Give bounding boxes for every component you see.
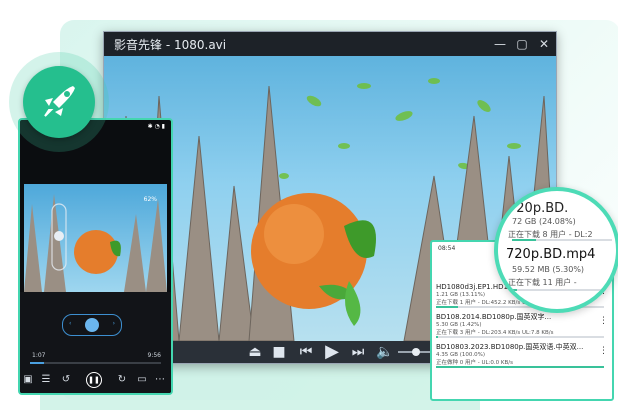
download-item-name: BD108.2014.BD1080p.国英双字... <box>436 313 552 321</box>
magnifier-zoom: 720p.BD. 72 GB (24.08%) 正在下载 8 用户 - DL:2… <box>494 187 618 313</box>
aspect-icon[interactable]: ▭ <box>134 374 150 385</box>
download-item-menu-icon[interactable]: ⋮ <box>599 316 608 326</box>
zoom-line-1: 720p.BD. <box>508 201 569 216</box>
rocket-icon <box>23 66 95 138</box>
phone-video[interactable]: 62% <box>24 184 167 292</box>
zoom-progress-top <box>512 239 612 241</box>
download-item-name: BD10803.2023.BD1080p.国英双语.中英双... <box>436 343 584 351</box>
phone-controls: ‹ › 1:07 9:56 ▣ ☰ ↺ ❚❚ ↻ ▭ ⋯ <box>20 292 171 393</box>
window-title: 影音先锋 - 1080.avi <box>114 38 227 52</box>
screenshot-icon[interactable]: ▣ <box>20 374 36 385</box>
playlist-icon[interactable]: ☰ <box>38 374 54 385</box>
volume-slider-knob[interactable] <box>412 348 420 356</box>
zoom-line-6: 正在下载 11 用户 - <box>508 278 577 287</box>
minimize-icon[interactable]: — <box>492 36 508 52</box>
next-icon[interactable]: ⏭ <box>348 341 368 363</box>
forward-icon[interactable]: ↻ <box>114 374 130 385</box>
phone-seek-knob[interactable] <box>85 318 99 332</box>
more-icon[interactable]: ⋯ <box>152 374 168 385</box>
phone-time-current: 1:07 <box>32 352 46 359</box>
play-icon[interactable]: ▶ <box>322 341 342 363</box>
zoom-line-4: 720p.BD.mp4 <box>506 247 596 262</box>
volume-slider[interactable] <box>398 348 434 356</box>
phone-volume-label: 62% <box>143 196 157 203</box>
phone-pause-icon[interactable]: ❚❚ <box>86 372 102 388</box>
zoom-line-2: 72 GB (24.08%) <box>512 217 576 226</box>
phone-progress-fill <box>30 362 45 364</box>
download-item-progress <box>436 366 604 368</box>
phone-seek-pill[interactable]: ‹ › <box>62 314 122 336</box>
download-item-progress <box>436 336 604 338</box>
phone-mockup: ✱ ◔ ▮ 62% ‹ › 1:07 9:56 ▣ ☰ ↺ ❚❚ ↻ ▭ ⋯ <box>18 118 173 395</box>
volume-icon[interactable]: 🔈 <box>376 341 394 363</box>
close-icon[interactable]: ✕ <box>536 36 552 52</box>
download-item-status: 正在下载 3 用户 - DL:203.4 KB/s UL:7.8 KB/s <box>436 330 554 336</box>
stop-icon[interactable]: ■ <box>270 341 288 363</box>
phone-progress-track[interactable] <box>30 362 161 364</box>
title-bar: 影音先锋 - 1080.avi — ▢ ✕ <box>104 32 556 56</box>
zoom-line-5: 59.52 MB (5.30%) <box>512 265 585 274</box>
download-status-time: 08:54 <box>438 245 456 252</box>
download-item[interactable]: BD10803.2023.BD1080p.国英双语.中英双... 4.35 GB… <box>436 342 604 368</box>
zoom-progress-bottom <box>512 289 612 291</box>
download-item[interactable]: BD108.2014.BD1080p.国英双字... 5.30 GB (1.42… <box>436 312 604 338</box>
phone-time-total: 9:56 <box>147 352 161 359</box>
download-item-status: 正在做种 0 用户 - UL:0.0 KB/s <box>436 360 514 366</box>
rewind-icon[interactable]: ↺ <box>58 374 74 385</box>
download-item-menu-icon[interactable]: ⋮ <box>599 346 608 356</box>
prev-icon[interactable]: ⏮ <box>296 341 316 363</box>
eject-icon[interactable]: ⏏ <box>246 341 264 363</box>
maximize-icon[interactable]: ▢ <box>514 36 530 52</box>
